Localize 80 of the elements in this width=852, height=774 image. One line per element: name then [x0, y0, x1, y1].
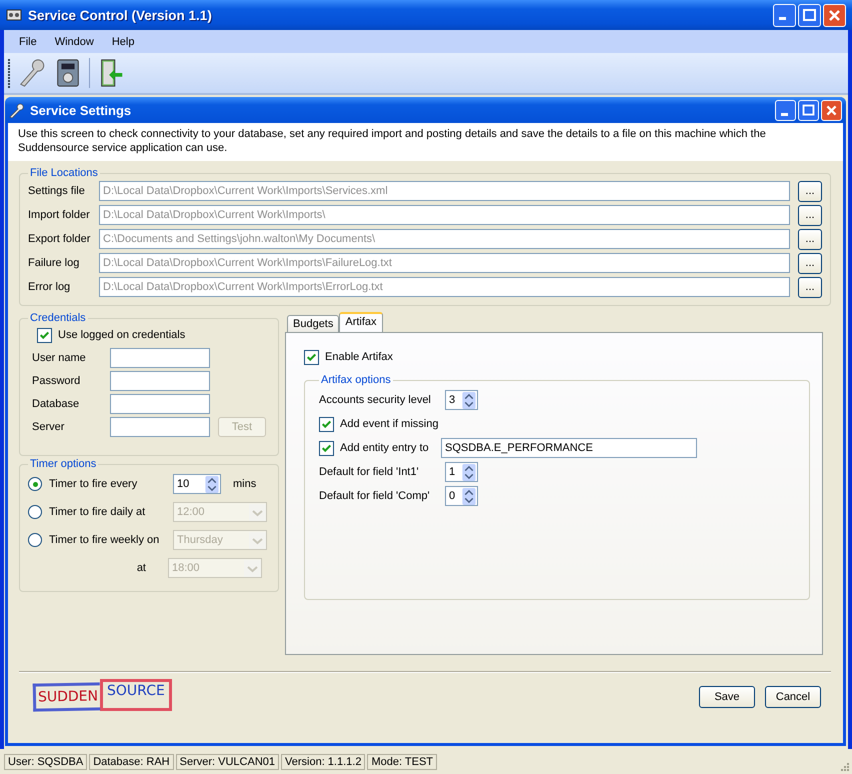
group-title: Artifax options [320, 374, 392, 386]
menu-item[interactable]: File [10, 36, 46, 48]
input-field[interactable] [110, 416, 210, 436]
browse-button[interactable]: ... [798, 204, 822, 226]
checkbox[interactable] [319, 416, 334, 432]
menu-item[interactable]: Window [46, 36, 103, 48]
spin-field[interactable]: 10 [173, 474, 221, 494]
checkbox[interactable] [37, 328, 52, 342]
field-label: Default for field 'Int1' [319, 466, 420, 478]
status-panel: Server: VULCAN01 [176, 754, 279, 770]
minimize-button[interactable] [775, 100, 796, 120]
spin-arrows-icon[interactable] [462, 464, 476, 480]
text-field[interactable]: SQSDBA.E_PERFORMANCE [441, 438, 697, 458]
checkbox-label: Use logged on credentials [58, 329, 186, 341]
spin-arrows-icon[interactable] [462, 392, 476, 408]
radio-button[interactable] [28, 505, 42, 519]
group-title: Credentials [29, 312, 87, 324]
radio-label: Timer to fire daily at [49, 506, 146, 518]
maximize-button[interactable] [798, 4, 821, 26]
field-label: Export folder [28, 233, 92, 245]
check-icon [39, 330, 50, 340]
checkbox[interactable] [319, 440, 334, 456]
minimize-icon [781, 112, 788, 116]
app-icon [6, 7, 22, 23]
status-panel: User: SQSDBA [4, 754, 88, 770]
input-field[interactable] [110, 348, 210, 368]
spin-arrows-icon[interactable] [205, 476, 219, 492]
browse-button[interactable]: ... [798, 276, 822, 298]
group-title: File Locations [29, 167, 99, 179]
status-panel: Mode: TEST [367, 754, 437, 770]
input-field[interactable] [110, 394, 210, 414]
maximize-button[interactable] [798, 100, 819, 120]
child-window-title: Service Settings [30, 102, 132, 118]
field-label: Import folder [28, 209, 91, 221]
radio-label: Timer to fire weekly on [49, 534, 160, 546]
field-label: User name [31, 352, 87, 364]
field-label: Database [31, 398, 80, 410]
radio-button[interactable] [28, 533, 42, 547]
window-title: Service Control (Version 1.1) [28, 8, 213, 22]
browse-button[interactable]: ... [798, 180, 822, 202]
description-text: Use this screen to check connectivity to your database, set any required import and posting details and save the details to a file on this machine which the Suddensource service application can use. [18, 128, 766, 154]
close-button[interactable] [821, 100, 842, 120]
group-title: Timer options [29, 458, 98, 470]
field-label: Error log [28, 281, 72, 293]
field-label: Settings file [28, 185, 86, 197]
close-button[interactable] [823, 4, 846, 26]
checkbox-label: Enable Artifax [325, 351, 393, 363]
field-label: Default for field 'Comp' [319, 490, 431, 502]
tab[interactable]: Artifax [339, 312, 383, 332]
field-label: Password [31, 374, 82, 386]
checkbox-label: Add event if missing [340, 418, 438, 430]
toolbar-grip-icon [8, 58, 11, 88]
unit-label: mins [233, 478, 256, 490]
check-icon [306, 352, 317, 362]
field-label: Server [31, 420, 66, 432]
field-label: at [136, 562, 147, 574]
radio-button[interactable] [28, 477, 42, 491]
browse-button[interactable]: ... [798, 228, 822, 250]
tab[interactable]: Budgets [287, 315, 340, 332]
browse-button[interactable]: ... [798, 252, 822, 274]
resize-grip-icon [838, 760, 850, 772]
status-panel: Database: RAH [89, 754, 174, 770]
input-field[interactable] [110, 370, 210, 390]
spin-arrows-icon[interactable] [462, 488, 476, 504]
menu-item[interactable]: Help [102, 36, 144, 48]
radio-label: Timer to fire every [49, 478, 138, 490]
checkbox[interactable] [304, 350, 319, 364]
minimize-button[interactable] [773, 4, 796, 26]
check-icon [321, 418, 332, 430]
minimize-icon [779, 16, 786, 20]
dialog-button[interactable]: Cancel [765, 686, 821, 708]
checkbox-label: Add entity entry to [340, 442, 430, 454]
field-label: Accounts security level [319, 394, 432, 406]
check-icon [321, 442, 332, 454]
spin-field[interactable]: 0 [445, 486, 478, 506]
dialog-button[interactable]: Save [699, 686, 755, 708]
status-panel: Version: 1.1.1.2 [281, 754, 366, 770]
spin-field[interactable]: 3 [445, 390, 478, 410]
spin-field[interactable]: 1 [445, 462, 478, 482]
field-label: Failure log [28, 257, 80, 269]
